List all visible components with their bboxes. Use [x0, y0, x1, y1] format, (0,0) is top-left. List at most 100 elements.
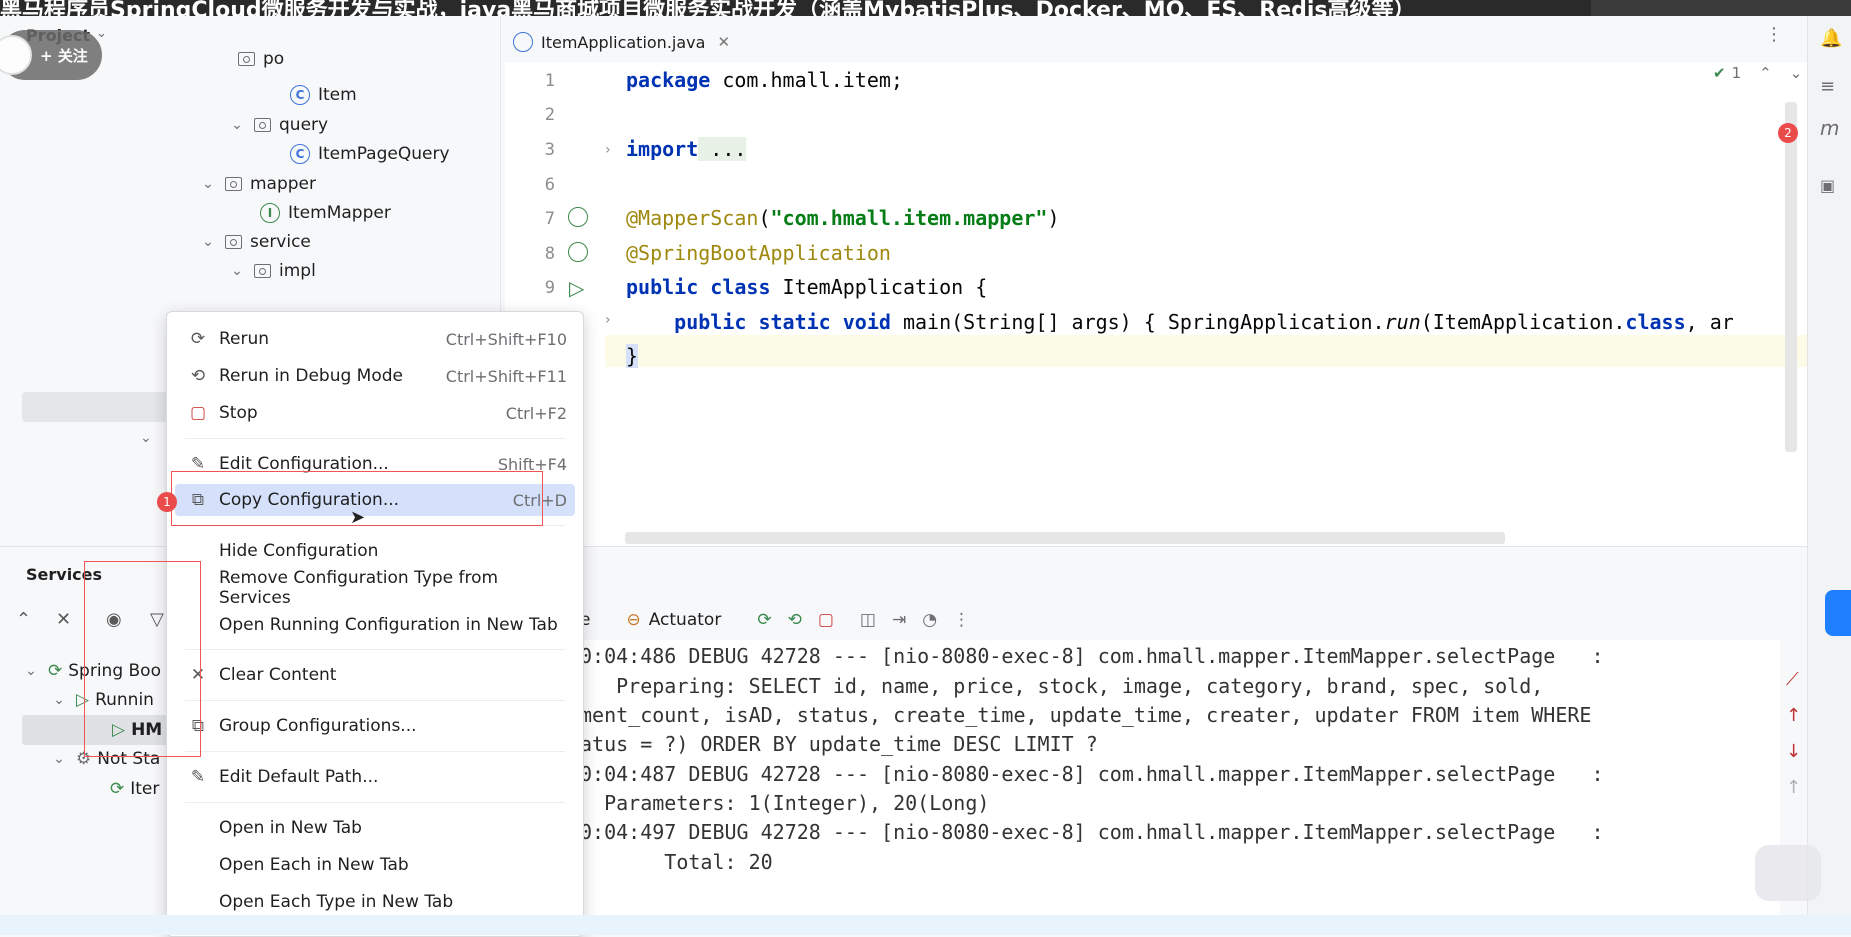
horizontal-scrollbar[interactable]	[625, 532, 1505, 544]
folder-icon	[254, 264, 271, 278]
menu-item-rerun-debug[interactable]: ⟲ Rerun in Debug Mode Ctrl+Shift+F11	[175, 360, 575, 392]
chevron-down-icon[interactable]: ⌄	[1790, 64, 1803, 82]
menu-item-remove-configuration-type[interactable]: Remove Configuration Type from Services	[175, 568, 575, 608]
more-options-icon[interactable]: ⋮	[1765, 24, 1783, 45]
tree-item-label: ItemMapper	[288, 203, 391, 223]
chevron-down-icon[interactable]: ⌄	[140, 430, 152, 446]
menu-item-label: Rerun in Debug Mode	[219, 366, 403, 386]
chevron-down-icon[interactable]: ⌄	[199, 234, 217, 250]
collapse-all-icon[interactable]: ✕	[56, 609, 71, 630]
tree-item-itempagequery[interactable]: C ItemPageQuery	[290, 141, 450, 167]
tree-item-item[interactable]: C Item	[290, 82, 357, 108]
code-line-9: public class ItemApplication {	[626, 275, 988, 299]
debug-rerun-icon: ⟲	[190, 366, 206, 386]
profiler-icon[interactable]: ◔	[922, 610, 937, 630]
annotation-badge-1: 1	[157, 492, 177, 512]
tree-item-label: po	[263, 49, 285, 69]
ai-assistant-icon[interactable]: ▣	[1820, 176, 1835, 195]
tree-item-label: mapper	[250, 174, 317, 194]
more-options-icon[interactable]: ⋮	[953, 610, 970, 630]
follow-pill[interactable]: + 关注	[0, 30, 102, 80]
menu-item-clear-content[interactable]: ✕ Clear Content	[175, 659, 575, 691]
exit-icon[interactable]: ⇥	[892, 610, 906, 630]
chevron-down-icon[interactable]: ⌄	[96, 26, 107, 41]
tree-item-impl[interactable]: ⌄ impl	[228, 258, 316, 284]
spring-config-icon[interactable]	[568, 242, 588, 262]
chevron-down-icon[interactable]: ⌄	[228, 263, 246, 279]
tree-item-label: impl	[279, 261, 316, 281]
notifications-icon[interactable]: 🔔	[1820, 28, 1842, 49]
tree-item-mapper[interactable]: ⌄ mapper	[199, 171, 316, 197]
rerun-icon[interactable]: ⟳	[757, 610, 771, 630]
menu-separator	[185, 751, 565, 752]
fold-chevron-icon[interactable]: ›	[605, 312, 611, 328]
menu-item-rerun[interactable]: ⟳ Rerun Ctrl+Shift+F10	[175, 323, 575, 355]
line-number: 6	[544, 175, 555, 195]
arrow-up-icon[interactable]: ↑	[1786, 705, 1801, 726]
console-output[interactable]: 0:04:486 DEBUG 42728 --- [nio-8080-exec-…	[580, 640, 1780, 935]
chevron-up-icon[interactable]: ⌃	[1759, 64, 1772, 82]
tree-item-itemmapper[interactable]: I ItemMapper	[260, 200, 391, 226]
scroll-top-icon[interactable]: ↑	[1786, 777, 1801, 798]
inspection-count: 1	[1731, 64, 1742, 82]
menu-item-label: Hide Configuration	[219, 541, 379, 561]
code-line-13: }	[626, 344, 639, 368]
menu-item-group-configurations[interactable]: ⧉ Group Configurations...	[175, 710, 575, 742]
services-item-item[interactable]: ⟳ Iter	[110, 775, 159, 803]
right-tool-strip: 🔔 ≡ m ▣	[1807, 16, 1851, 935]
fold-chevron-icon[interactable]: ›	[605, 142, 611, 158]
inspection-widget[interactable]: ✔ 1 ⌃ ⌄	[1713, 64, 1802, 82]
chevron-down-icon[interactable]: ⌄	[50, 751, 68, 767]
chevron-down-icon[interactable]: ⌄	[50, 692, 68, 708]
spring-bean-icon[interactable]	[568, 207, 588, 227]
chevron-down-icon[interactable]: ⌄	[228, 117, 246, 133]
tree-item-service[interactable]: ⌄ service	[199, 229, 311, 255]
code-line-10: public static void main(String[] args) {…	[626, 310, 1734, 334]
menu-separator	[185, 700, 565, 701]
menu-item-stop[interactable]: ▢ Stop Ctrl+F2	[175, 397, 575, 429]
annotation-badge-2: 2	[1778, 123, 1798, 143]
camera-icon[interactable]: ◫	[860, 610, 876, 630]
stop-icon[interactable]: ▢	[818, 610, 834, 630]
tree-item-label: query	[279, 115, 329, 135]
menu-item-open-each-in-new-tab[interactable]: Open Each in New Tab	[175, 849, 575, 881]
menu-item-label: Edit Default Path...	[219, 767, 379, 787]
menu-item-label: Open Running Configuration in New Tab	[219, 615, 558, 635]
floating-tv-widget[interactable]	[1755, 845, 1821, 901]
menu-item-open-running-config[interactable]: Open Running Configuration in New Tab	[175, 609, 575, 641]
menu-item-label: Clear Content	[219, 665, 337, 685]
menu-item-label: Group Configurations...	[219, 716, 417, 736]
pencil-icon: ✎	[190, 767, 206, 787]
expand-all-icon[interactable]: ⌃	[16, 609, 31, 630]
debug-icon[interactable]: ⟲	[788, 610, 802, 630]
chevron-down-icon[interactable]: ⌄	[199, 176, 217, 192]
rerun-icon: ⟳	[190, 329, 206, 349]
chevron-down-icon[interactable]: ⌄	[22, 663, 40, 679]
current-line-highlight	[605, 335, 1815, 367]
menu-item-hide-configuration[interactable]: Hide Configuration	[175, 535, 575, 567]
editor-tab[interactable]: ItemApplication.java ✕	[505, 22, 745, 65]
avatar	[0, 35, 32, 75]
menu-item-edit-default-path[interactable]: ✎ Edit Default Path...	[175, 761, 575, 793]
maven-icon[interactable]: m	[1820, 116, 1839, 140]
tree-item-po[interactable]: po	[238, 46, 284, 72]
menu-separator	[185, 438, 565, 439]
class-icon: C	[290, 144, 310, 164]
close-icon[interactable]: ✕	[717, 33, 730, 51]
stop-icon: ▢	[189, 403, 207, 423]
vertical-scrollbar[interactable]	[1785, 102, 1797, 452]
bottom-decoration	[0, 915, 1851, 935]
tree-item-query[interactable]: ⌄ query	[228, 112, 328, 138]
code-line-7: @MapperScan("com.hmall.item.mapper")	[626, 206, 1060, 230]
floating-link-button[interactable]	[1825, 590, 1851, 636]
menu-item-open-in-new-tab[interactable]: Open in New Tab	[175, 812, 575, 844]
database-icon[interactable]: ≡	[1820, 76, 1835, 97]
actuator-tab[interactable]: ⊖ Actuator	[626, 610, 721, 630]
arrow-down-icon[interactable]: ↓	[1786, 741, 1801, 762]
soft-wrap-icon[interactable]: ⟋	[1786, 669, 1799, 690]
code-editor[interactable]: 1 2 3 6 7 8 9 › ▷ › package com.hmall.it…	[505, 62, 1815, 546]
run-icon[interactable]: ▷	[569, 276, 584, 300]
menu-item-open-each-type-in-new-tab[interactable]: Open Each Type in New Tab	[175, 886, 575, 918]
console-line: 0:04:487 DEBUG 42728 --- [nio-8080-exec-…	[580, 762, 1604, 786]
check-icon: ✔	[1713, 64, 1726, 82]
